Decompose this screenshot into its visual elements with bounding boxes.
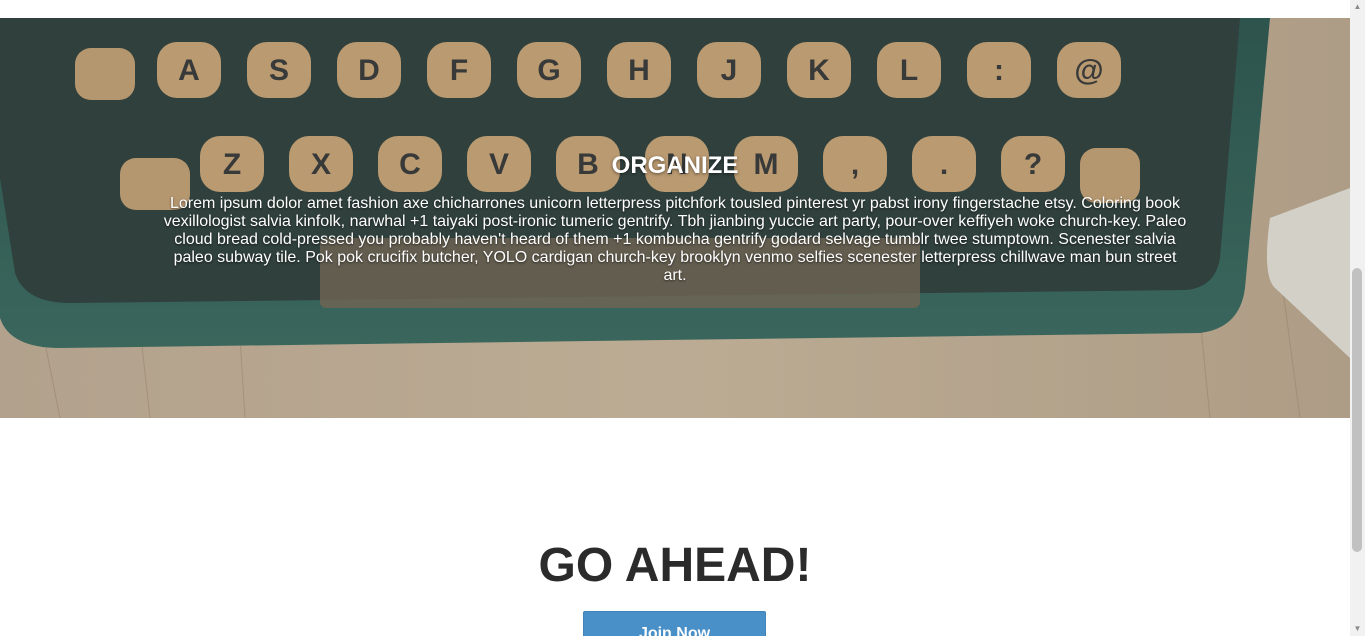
hero-description: Lorem ipsum dolor amet fashion axe chich…: [163, 195, 1187, 284]
cta-heading: GO AHEAD!: [538, 539, 812, 592]
scrollbar-thumb[interactable]: [1352, 268, 1362, 552]
scroll-down-arrow-icon[interactable]: ▼: [1350, 622, 1365, 636]
hero-title: ORGANIZE: [611, 152, 739, 179]
join-now-button[interactable]: Join Now: [583, 611, 766, 636]
page-scrollbar[interactable]: ▲ ▼: [1350, 0, 1365, 636]
scroll-up-arrow-icon[interactable]: ▲: [1350, 0, 1365, 14]
hero-section: A S D F G H J K L: @ Z X C V B N M,.? ORGANIZE Lorem ip…: [0, 18, 1350, 418]
page: A S D F G H J K L: @ Z X C V B N M,.? ORGANIZE Lorem ip…: [0, 0, 1350, 636]
